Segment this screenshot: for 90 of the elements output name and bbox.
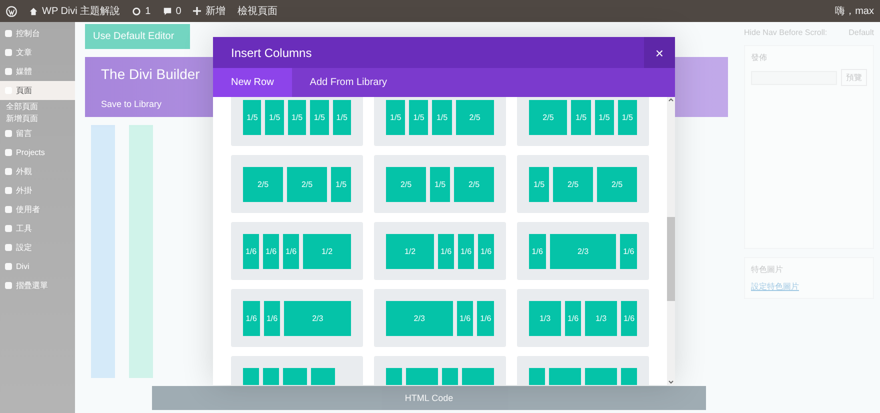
- layout-option[interactable]: 1/5 1/5 1/5 2/5: [374, 97, 506, 146]
- layout-option[interactable]: 1/5 2/5 2/5: [517, 155, 649, 213]
- column-block: 1/6: [620, 234, 638, 268]
- column-block: 1/6: [264, 300, 280, 336]
- new-link[interactable]: 新增: [193, 4, 226, 18]
- column-block: 1/5: [594, 100, 614, 134]
- modal-tab[interactable]: Add From Library: [292, 68, 406, 97]
- sidebar-item[interactable]: Divi: [0, 257, 75, 276]
- column-block: 1/5: [618, 100, 638, 134]
- user-greeting[interactable]: 嗨，max: [835, 4, 874, 18]
- column-block: 2/5: [597, 166, 637, 202]
- sidebar-item[interactable]: 文章: [0, 43, 75, 62]
- sidebar-item[interactable]: 工具: [0, 219, 75, 238]
- column-block: 2/3: [550, 234, 616, 268]
- close-button[interactable]: ×: [644, 37, 675, 68]
- layout-option[interactable]: 2/5 2/5 1/5: [231, 155, 363, 213]
- sidebar-item[interactable]: 媒體: [0, 62, 75, 81]
- layout-option[interactable]: 1/5 1/5 1/5 1/5 1/5: [231, 97, 363, 146]
- module-label: HTML Code: [404, 393, 454, 403]
- column-block: 1/6: [243, 234, 259, 268]
- column-block: 1/6: [478, 234, 494, 268]
- default-editor-button[interactable]: Use Default Editor: [85, 24, 190, 49]
- column-block: 2/3: [386, 300, 453, 336]
- scroll-up-icon[interactable]: [668, 97, 674, 103]
- column-block: 1/5: [409, 100, 428, 134]
- sidebar-item[interactable]: 新增頁面: [0, 112, 75, 124]
- column-block: 1/5: [265, 100, 284, 134]
- column-block: 1/5: [571, 100, 591, 134]
- layout-option[interactable]: 2/5 1/5 2/5: [374, 155, 506, 213]
- column-block: 1/5: [288, 100, 306, 134]
- column-block: 1/5: [331, 166, 351, 202]
- column-block: 1/5: [386, 100, 406, 134]
- column-block: 2/5: [456, 100, 494, 134]
- comment-icon: [162, 6, 172, 16]
- column-block: 1/6: [621, 300, 637, 336]
- column-block: 1/6: [529, 234, 546, 268]
- column-block: 2/5: [553, 166, 593, 202]
- column-block: 1/5: [430, 166, 450, 202]
- sidebar-item[interactable]: 摺疊選單: [0, 276, 75, 295]
- column-block: 1/2: [386, 234, 434, 268]
- sidebar-item[interactable]: 設定: [0, 238, 75, 257]
- modal-title: Insert Columns: [230, 46, 312, 60]
- layout-option[interactable]: 1/2 1/6 1/6 1/6: [374, 222, 506, 280]
- layout-option[interactable]: 1/3 1/6 1/3 1/6: [517, 289, 649, 347]
- sidebar-item[interactable]: 頁面: [0, 81, 75, 100]
- column-block: 1/3: [529, 300, 561, 336]
- wordpress-logo-icon[interactable]: [6, 6, 17, 16]
- layout-option[interactable]: 2/3 1/6 1/6: [374, 289, 506, 347]
- site-link[interactable]: WP Divi 主題解說: [29, 4, 120, 18]
- sidebar-item[interactable]: 外掛: [0, 181, 75, 200]
- column-block: 1/2: [303, 234, 351, 268]
- column-block: 1/6: [243, 300, 260, 336]
- column-block: 1/5: [310, 100, 329, 134]
- column-block: 1/5: [432, 100, 452, 134]
- column-block: 1/6: [283, 234, 299, 268]
- plus-icon: [193, 7, 202, 15]
- column-block: 1/6: [565, 300, 581, 336]
- column-block: 1/5: [529, 166, 549, 202]
- comments-link[interactable]: 0: [162, 6, 182, 16]
- scrollbar[interactable]: [667, 97, 675, 385]
- column-block: 2/3: [284, 300, 352, 336]
- view-page-link[interactable]: 檢視頁面: [237, 4, 278, 18]
- column-block: 1/5: [243, 100, 262, 134]
- column-block: 1/6: [438, 234, 454, 268]
- column-block: 1/6: [477, 300, 494, 336]
- column-block: 2/5: [529, 100, 568, 134]
- column-block: 1/3: [585, 300, 617, 336]
- column-block: 2/5: [287, 166, 327, 202]
- column-block: 2/5: [386, 166, 426, 202]
- column-block: 1/6: [263, 234, 279, 268]
- column-block: 2/5: [454, 166, 494, 202]
- column-block: 1/6: [456, 300, 474, 336]
- layout-option[interactable]: 1/6 2/3 1/6: [517, 222, 649, 280]
- layout-option[interactable]: 1/6 1/6 1/6 1/2: [231, 222, 363, 280]
- featured-image-link[interactable]: 設定特色圖片: [751, 281, 867, 292]
- sidebar-item[interactable]: 外觀: [0, 162, 75, 181]
- layout-option[interactable]: 1/6 1/6 2/3: [231, 289, 363, 347]
- sidebar-item[interactable]: 留言: [0, 124, 75, 143]
- sidebar-item[interactable]: 使用者: [0, 200, 75, 219]
- column-block: 1/6: [458, 234, 474, 268]
- layout-option[interactable]: 2/5 1/5 1/5 1/5: [517, 97, 649, 146]
- scroll-down-icon[interactable]: [668, 379, 674, 385]
- modal-tab[interactable]: New Row: [213, 68, 292, 97]
- updates-link[interactable]: 1: [132, 6, 151, 16]
- column-block: 1/5: [332, 100, 352, 134]
- column-block: 2/5: [243, 166, 283, 202]
- sidebar-item[interactable]: 控制台: [0, 24, 75, 43]
- sidebar-item[interactable]: Projects: [0, 143, 75, 162]
- home-icon: [29, 6, 38, 16]
- sidebar-item[interactable]: 全部頁面: [0, 100, 75, 112]
